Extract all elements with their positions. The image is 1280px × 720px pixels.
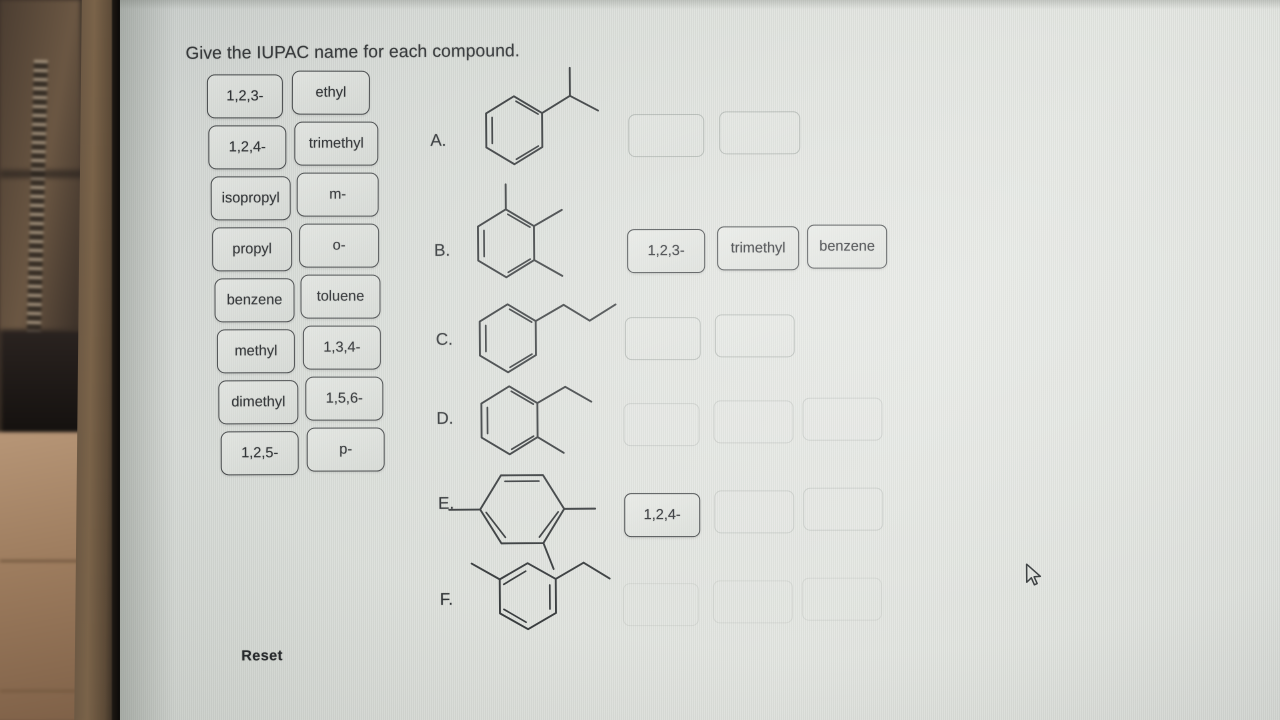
compound-label-b: B. xyxy=(434,240,451,260)
word-tile-trimethyl[interactable]: trimethyl xyxy=(294,121,379,166)
answer-slot-b-3[interactable]: benzene xyxy=(807,224,888,269)
word-bank-row: isopropyl m- xyxy=(207,171,397,222)
word-tile-isopropyl[interactable]: isopropyl xyxy=(210,176,291,221)
structure-f-1-ethyl-3-methylbenzene xyxy=(464,554,615,645)
structure-c-propylbenzene xyxy=(467,294,618,375)
photo-of-monitor: Give the IUPAC name for each compound. 1… xyxy=(0,0,1280,720)
answer-slot-c-2[interactable] xyxy=(714,314,795,358)
word-tile-p-prefix[interactable]: p- xyxy=(306,427,385,472)
word-bank-row: methyl 1,3,4- xyxy=(208,321,398,374)
word-tile-propyl[interactable]: propyl xyxy=(212,227,293,272)
word-tile-m-prefix[interactable]: m- xyxy=(296,172,379,217)
monitor-screen: Give the IUPAC name for each compound. 1… xyxy=(120,0,1280,720)
word-bank-row: 1,2,4- trimethyl xyxy=(206,121,396,172)
compound-label-d: D. xyxy=(436,408,454,428)
word-bank-row: propyl o- xyxy=(207,221,397,272)
word-tile-1-5-6[interactable]: 1,5,6- xyxy=(305,376,384,421)
word-bank-row: dimethyl 1,5,6- xyxy=(208,371,398,425)
word-tile-1-2-3[interactable]: 1,2,3- xyxy=(206,74,283,119)
answer-slot-e-1[interactable]: 1,2,4- xyxy=(624,493,701,538)
answer-slot-f-3[interactable] xyxy=(801,577,882,621)
word-tile-benzene[interactable]: benzene xyxy=(214,278,295,323)
word-tile-1-3-4[interactable]: 1,3,4- xyxy=(302,325,381,370)
word-tile-o-prefix[interactable]: o- xyxy=(299,223,380,268)
word-tile-methyl[interactable]: methyl xyxy=(216,329,295,374)
word-bank-row: benzene toluene xyxy=(207,271,397,323)
answer-slot-d-1[interactable] xyxy=(623,403,700,447)
word-bank-row: 1,2,3- ethyl xyxy=(206,70,396,122)
answer-slot-f-2[interactable] xyxy=(712,580,793,624)
word-bank: 1,2,3- ethyl 1,2,4- trimethyl isopropyl … xyxy=(206,70,399,476)
answer-slot-b-1[interactable]: 1,2,3- xyxy=(627,229,706,274)
structure-d-1-ethyl-2-methylbenzene xyxy=(469,377,595,463)
structure-a-isopropylbenzene xyxy=(466,65,607,176)
word-tile-dimethyl[interactable]: dimethyl xyxy=(218,380,299,425)
compound-label-e: E. xyxy=(438,493,455,513)
answer-slot-c-1[interactable] xyxy=(624,317,701,361)
word-tile-ethyl[interactable]: ethyl xyxy=(291,70,370,115)
page-title: Give the IUPAC name for each compound. xyxy=(185,40,520,63)
structure-b-123-trimethylbenzene xyxy=(466,183,587,300)
reset-button[interactable]: Reset xyxy=(241,648,283,664)
mouse-cursor-icon xyxy=(1025,563,1045,589)
answer-slot-f-1[interactable] xyxy=(622,583,699,627)
compound-label-c: C. xyxy=(435,329,453,349)
word-bank-row: 1,2,5- p- xyxy=(208,421,398,476)
word-tile-1-2-5[interactable]: 1,2,5- xyxy=(220,431,299,476)
compound-label-a: A. xyxy=(430,130,447,150)
structure-e-124-trimethylbenzene xyxy=(448,465,602,570)
word-tile-toluene[interactable]: toluene xyxy=(300,274,381,319)
word-tile-1-2-4[interactable]: 1,2,4- xyxy=(208,125,287,170)
answer-slot-e-2[interactable] xyxy=(714,490,795,534)
answer-slot-a-2[interactable] xyxy=(719,111,801,155)
answer-slot-b-2[interactable]: trimethyl xyxy=(717,226,800,271)
answer-slot-d-3[interactable] xyxy=(802,397,883,441)
answer-slot-a-1[interactable] xyxy=(628,114,705,158)
answer-slot-e-3[interactable] xyxy=(803,487,884,531)
answer-slot-d-2[interactable] xyxy=(713,400,794,444)
compound-label-f: F. xyxy=(439,589,454,609)
exercise-content: Give the IUPAC name for each compound. 1… xyxy=(120,0,1280,720)
